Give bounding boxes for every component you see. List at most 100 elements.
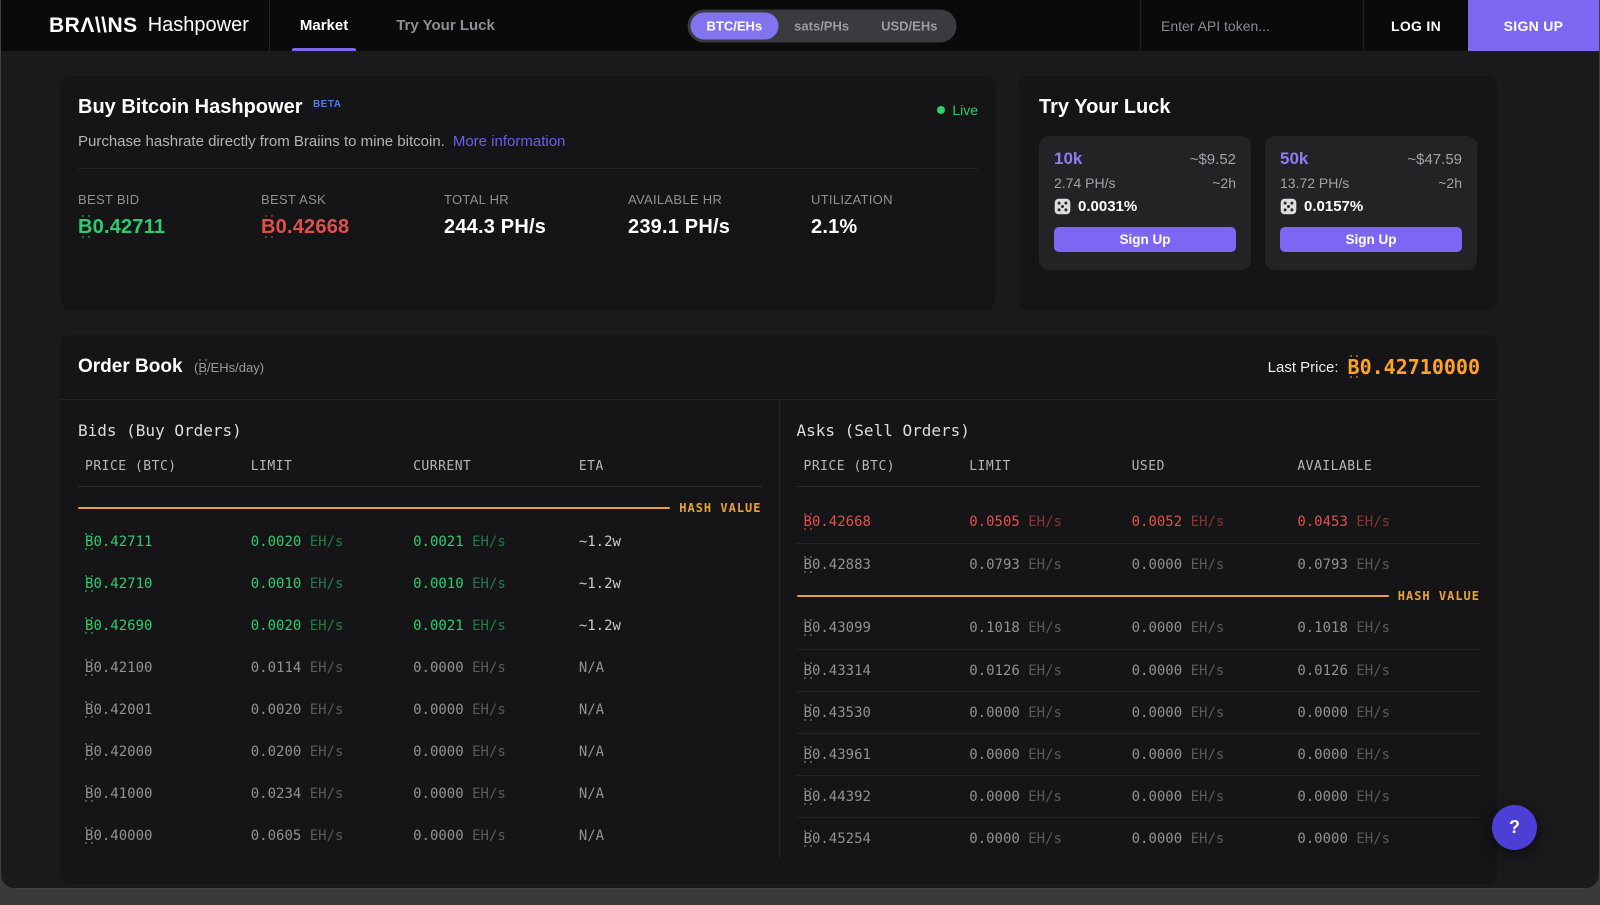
- order-cell: 0.0793 EH/s: [1297, 556, 1391, 573]
- more-information-link[interactable]: More information: [453, 133, 566, 150]
- order-cell: B0.43961: [803, 746, 871, 763]
- btc-symbol: B: [803, 704, 812, 721]
- order-row: B0.43099 0.1018 EH/s 0.0000 EH/s 0.1018 EH/…: [797, 607, 1481, 649]
- order-cell: 0.0505 EH/s: [969, 514, 1062, 530]
- order-row: B0.42711 0.0020 EH/s 0.0021 EH/s ~1.2w: [78, 521, 762, 563]
- offer-name: 50k: [1280, 149, 1309, 168]
- order-cell: B0.42710: [85, 576, 153, 592]
- order-cell: N/A: [578, 744, 605, 760]
- order-cell: 0.0000 EH/s: [1131, 788, 1225, 805]
- log-in-button[interactable]: LOG IN: [1364, 0, 1468, 51]
- order-cell: N/A: [578, 660, 605, 676]
- logo-brand: BRΛ\\NS: [49, 13, 138, 37]
- asks-section: Asks (Sell Orders) PRICE (BTC) LIMIT USED A…: [778, 400, 1481, 859]
- api-token-wrap: [1140, 0, 1364, 51]
- order-book-body: Bids (Buy Orders) PRICE (BTC) LIMIT CURREN…: [61, 400, 1497, 859]
- api-token-input[interactable]: [1161, 17, 1343, 34]
- stat-value: 2.1%: [811, 216, 858, 238]
- btc-symbol: B: [803, 746, 812, 763]
- currency-toggle-btc-ehs[interactable]: BTC/EHs: [690, 12, 779, 39]
- order-cell: 0.0052 EH/s: [1131, 514, 1225, 530]
- order-row: B0.43961 0.0000 EH/s 0.0000 EH/s 0.0000 EH/…: [796, 733, 1480, 775]
- help-button[interactable]: ?: [1492, 805, 1537, 850]
- subtitle-text: Purchase hashrate directly from Braiins …: [78, 133, 445, 150]
- order-cell: 0.0000 EH/s: [1131, 556, 1225, 573]
- order-cell: B0.42690: [85, 618, 153, 634]
- braiins-logo[interactable]: BRΛ\\NS Hashpower: [1, 0, 269, 51]
- order-book-header: Order Book (B/EHs/day) Last Price: B0.42…: [61, 335, 1497, 400]
- live-indicator: Live: [937, 102, 978, 118]
- order-cell: B0.40000: [85, 828, 153, 844]
- buy-hashpower-card: Buy Bitcoin Hashpower BETA Live Purchase…: [61, 76, 995, 310]
- sign-up-offer-button[interactable]: Sign Up: [1280, 227, 1462, 252]
- order-cell: 0.0000 EH/s: [413, 828, 506, 844]
- stat-utilization: UTILIZATION 2.1%: [811, 192, 978, 239]
- tab-try-your-luck[interactable]: Try Your Luck: [396, 0, 495, 51]
- order-cell: ~1.2w: [578, 534, 621, 550]
- order-cell: 0.0793 EH/s: [969, 556, 1062, 573]
- order-cell: B0.41000: [85, 786, 153, 802]
- dice-icon: [1054, 198, 1071, 215]
- order-row: B0.42100 0.0114 EH/s 0.0000 EH/s N/A: [78, 647, 762, 689]
- order-cell: 0.0000 EH/s: [1131, 704, 1225, 721]
- stat-label: TOTAL HR: [444, 192, 510, 207]
- nav-tabs: Market Try Your Luck: [291, 0, 495, 51]
- stat-label: BEST ASK: [261, 192, 327, 207]
- order-cell: B0.42000: [85, 744, 153, 760]
- currency-toggle-sats-phs[interactable]: sats/PHs: [778, 12, 865, 39]
- column-header: LIMIT: [250, 459, 293, 474]
- btc-symbol: B: [803, 662, 812, 679]
- top-row: Buy Bitcoin Hashpower BETA Live Purchase…: [61, 76, 1497, 310]
- order-row: B0.41000 0.0234 EH/s 0.0000 EH/s N/A: [78, 773, 762, 815]
- column-header: CURRENT: [413, 459, 472, 474]
- buy-title-row: Buy Bitcoin Hashpower BETA Live: [78, 96, 978, 119]
- nav-left: BRΛ\\NS Hashpower Market Try Your Luck: [1, 0, 495, 51]
- order-cell: 0.0453 EH/s: [1297, 514, 1391, 530]
- order-cell: 0.0000 EH/s: [969, 704, 1062, 721]
- offer-duration: ~2h: [1212, 175, 1236, 191]
- hash-value-label: HASH VALUE: [679, 501, 762, 515]
- btc-symbol: B: [261, 216, 276, 238]
- order-cell: 0.0000 EH/s: [1297, 788, 1391, 805]
- order-cell: 0.0000 EH/s: [1131, 662, 1225, 679]
- order-cell: 0.0126 EH/s: [969, 662, 1062, 679]
- order-cell: B0.42711: [85, 534, 153, 550]
- asks-table: PRICE (BTC) LIMIT USED AVAILABLE B0.42668 0.0…: [796, 459, 1481, 859]
- order-cell: B0.42668: [803, 514, 871, 530]
- stat-label: UTILIZATION: [811, 192, 893, 207]
- order-book-unit: (B/EHs/day): [193, 360, 265, 375]
- btc-symbol: B: [85, 702, 94, 718]
- column-header: USED: [1131, 459, 1165, 474]
- tab-market[interactable]: Market: [291, 0, 357, 51]
- order-cell: 0.0000 EH/s: [969, 830, 1062, 847]
- order-cell: B0.43314: [803, 662, 871, 679]
- beta-badge: BETA: [312, 98, 342, 110]
- btc-symbol: B: [803, 830, 812, 847]
- tab-market-label: Market: [299, 17, 349, 34]
- stat-label: BEST BID: [78, 192, 140, 207]
- btc-symbol: B: [803, 556, 812, 573]
- currency-toggle-usd-ehs[interactable]: USD/EHs: [865, 12, 953, 39]
- buy-card-subtitle: Purchase hashrate directly from Braiins …: [78, 133, 978, 150]
- luck-offers: 10k ~$9.52 2.74 PH/s ~2h 0.0031% Sign Up…: [1039, 136, 1477, 270]
- nav-right: LOG IN SIGN UP: [1140, 0, 1599, 51]
- hash-value-marker: HASH VALUE: [796, 585, 1481, 607]
- order-cell: N/A: [578, 828, 605, 844]
- order-cell: 0.0000 EH/s: [413, 744, 506, 760]
- stat-value: 244.3 PH/s: [444, 216, 547, 238]
- sign-up-button[interactable]: SIGN UP: [1468, 0, 1599, 51]
- offer-hashrate: 13.72 PH/s: [1280, 175, 1350, 191]
- column-header: ETA: [578, 459, 604, 474]
- app-window: BRΛ\\NS Hashpower Market Try Your Luck B…: [0, 0, 1600, 889]
- order-cell: B0.42883: [803, 556, 871, 573]
- sign-up-offer-button[interactable]: Sign Up: [1054, 227, 1236, 252]
- order-row: B0.42883 0.0793 EH/s 0.0000 EH/s 0.0793 EH/…: [796, 543, 1480, 585]
- offer-duration: ~2h: [1438, 175, 1462, 191]
- try-your-luck-card: Try Your Luck 10k ~$9.52 2.74 PH/s ~2h 0…: [1019, 76, 1497, 310]
- live-label: Live: [952, 102, 978, 118]
- btc-symbol: B: [85, 786, 94, 802]
- order-cell: 0.0010 EH/s: [250, 576, 344, 592]
- order-cell: 0.0114 EH/s: [250, 660, 344, 676]
- column-header: PRICE (BTC): [85, 459, 177, 474]
- column-headers: PRICE (BTC) LIMIT USED AVAILABLE: [796, 459, 1480, 487]
